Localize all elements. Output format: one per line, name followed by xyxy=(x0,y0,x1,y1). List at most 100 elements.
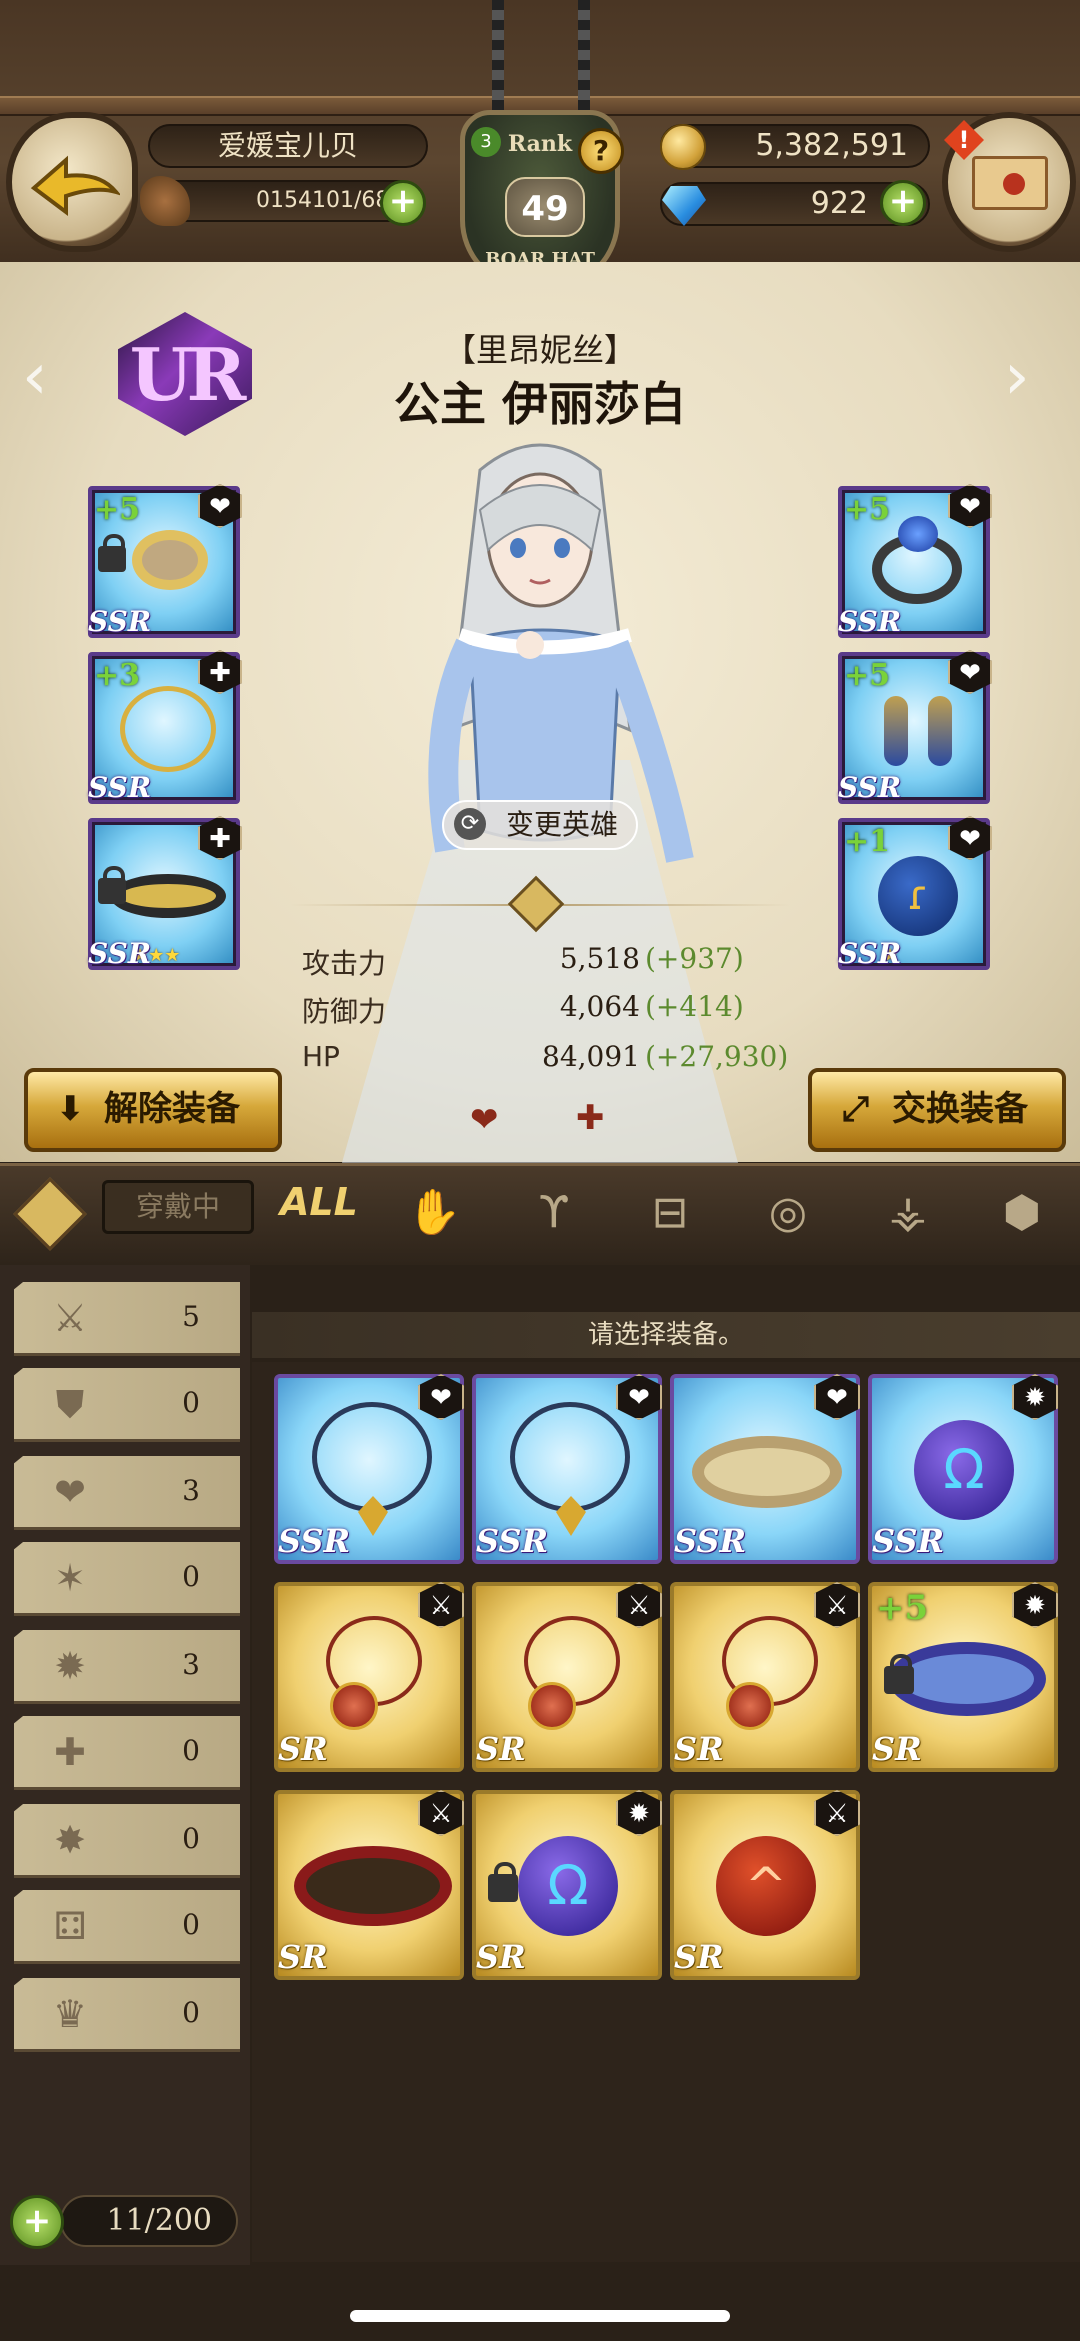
prev-hero-button[interactable]: ‹ xyxy=(22,340,48,414)
filter-count: 0 xyxy=(182,1560,200,1593)
expand-inventory-button[interactable]: + xyxy=(10,2195,64,2249)
swap-equipment-button[interactable]: ⤢ 交换装备 xyxy=(808,1068,1066,1152)
stat-label-hp: HP xyxy=(302,1040,340,1073)
belt-icon xyxy=(110,874,226,918)
player-name: 爱媛宝儿贝 xyxy=(148,124,428,168)
equip-slot-left-2[interactable]: +3 ✚ SSR xyxy=(88,650,242,804)
enhance-level: +5 xyxy=(876,1588,929,1628)
item-rarity: SSR xyxy=(278,1522,351,1560)
filter-hp[interactable]: ❤ 3 xyxy=(14,1456,240,1530)
dice-icon: ⚃ xyxy=(53,1904,87,1948)
help-button[interactable]: ? xyxy=(578,128,624,174)
tab-belt-icon[interactable]: ⊟ xyxy=(640,1183,700,1243)
filter-defense[interactable]: ⛊ 0 xyxy=(14,1368,240,1442)
heart-icon: ❤ xyxy=(198,484,242,528)
enhance-level: +5 xyxy=(94,492,141,527)
stat-value-hp: 84,091 xyxy=(542,1040,640,1073)
rank-small-badge: 3 xyxy=(471,127,501,157)
red-pendant-icon xyxy=(330,1682,378,1730)
equip-slot-right-3[interactable]: ɾ +1 ❤ ★ SSR xyxy=(838,816,992,970)
stat-value-defense: 4,064 xyxy=(559,990,640,1023)
stat-label-attack: 攻击力 xyxy=(302,947,387,980)
item-rarity: SR xyxy=(278,1938,328,1976)
home-indicator[interactable] xyxy=(350,2310,730,2322)
inventory-item[interactable]: ❤ SSR xyxy=(472,1374,662,1564)
red-belt-icon xyxy=(294,1846,452,1926)
heart-icon: ❤ xyxy=(616,1374,662,1420)
lock-icon xyxy=(884,1654,914,1694)
gold-value: 5,382,591 xyxy=(755,128,908,163)
filter-lifesteal[interactable]: ♛ 0 xyxy=(14,1978,240,2052)
gold-coin-icon xyxy=(660,124,706,170)
hero-name: 公主 伊丽莎白 xyxy=(393,377,686,431)
filter-regen[interactable]: ✚ 0 xyxy=(14,1716,240,1790)
filter-count: 0 xyxy=(182,1734,200,1767)
chain-right xyxy=(578,0,590,120)
inventory-item[interactable]: Ω ✹ SR xyxy=(472,1790,662,1980)
burst-icon: ✶ xyxy=(54,1556,86,1600)
inventory-item[interactable]: ❤ SSR xyxy=(670,1374,860,1564)
equip-slot-right-1[interactable]: +5 ❤ SSR xyxy=(838,484,992,638)
filter-count: 0 xyxy=(182,1996,200,2029)
tab-all[interactable]: ALL xyxy=(280,1180,358,1224)
lock-icon xyxy=(98,866,126,904)
item-rarity: SR xyxy=(476,1938,526,1976)
tab-ring-icon[interactable]: ◎ xyxy=(758,1183,818,1243)
sword-icon: ⚔ xyxy=(418,1582,464,1628)
crown-icon: ♛ xyxy=(52,1992,88,2036)
plus-set-icon[interactable]: ✚ xyxy=(576,1098,605,1138)
filter-count: 0 xyxy=(182,1908,200,1941)
unequip-label: 解除装备 xyxy=(104,1089,240,1129)
back-button[interactable] xyxy=(6,112,138,252)
back-arrow-icon xyxy=(30,155,120,216)
sun-icon: ✹ xyxy=(1012,1374,1058,1420)
item-rarity: SSR xyxy=(476,1522,549,1560)
inventory-item[interactable]: ^ ⚔ SR xyxy=(670,1790,860,1980)
stat-value-attack: 5,518 xyxy=(559,942,640,975)
equip-slot-left-1[interactable]: +5 ❤ SSR xyxy=(88,484,242,638)
next-hero-button[interactable]: › xyxy=(1004,340,1030,414)
item-rarity: SR xyxy=(476,1730,526,1768)
filter-count: 5 xyxy=(182,1300,200,1333)
filter-pierce[interactable]: ✶ 0 xyxy=(14,1542,240,1616)
inventory-item[interactable]: +5 ✹ SR xyxy=(868,1582,1058,1772)
filter-attack[interactable]: ⚔ 5 xyxy=(14,1282,240,1356)
filter-count: 0 xyxy=(182,1822,200,1855)
equip-slot-right-2[interactable]: +5 ❤ SSR xyxy=(838,650,992,804)
gem-value: 922 xyxy=(810,186,868,221)
add-stamina-button[interactable]: + xyxy=(380,180,426,226)
change-hero-button[interactable]: ⟳ 变更英雄 xyxy=(442,800,638,850)
chain-left xyxy=(492,0,504,120)
inventory-item[interactable]: Ω ✹ SSR xyxy=(868,1374,1058,1564)
omega-orb-icon: Ω xyxy=(518,1836,618,1936)
stat-bonus-defense: (+414) xyxy=(645,990,744,1023)
filter-crit[interactable]: ✸ 0 xyxy=(14,1804,240,1878)
unequip-button[interactable]: ⬇ 解除装备 xyxy=(24,1068,282,1152)
equip-slot-left-3[interactable]: ✚ ★★★ SSR xyxy=(88,816,242,970)
star-burst-icon: ✸ xyxy=(54,1818,86,1862)
red-pendant-icon xyxy=(726,1682,774,1730)
red-orb-icon: ^ xyxy=(716,1836,816,1936)
inventory-item[interactable]: ⚔ SR xyxy=(274,1790,464,1980)
filter-resist[interactable]: ✹ 3 xyxy=(14,1630,240,1704)
inventory-item[interactable]: ⚔ SR xyxy=(670,1582,860,1772)
heart-set-icon[interactable]: ❤ xyxy=(470,1100,499,1140)
heart-icon: ❤ xyxy=(814,1374,860,1420)
item-rarity: SSR xyxy=(674,1522,747,1560)
add-gems-button[interactable]: + xyxy=(880,180,926,226)
filter-crit-resist[interactable]: ⚃ 0 xyxy=(14,1890,240,1964)
inventory-item[interactable]: ❤ SSR xyxy=(274,1374,464,1564)
item-rarity: SSR xyxy=(88,771,152,804)
tab-rune-icon[interactable]: ⬢ xyxy=(992,1183,1052,1243)
inventory-item[interactable]: ⚔ SR xyxy=(472,1582,662,1772)
omega-orb-icon: Ω xyxy=(914,1420,1014,1520)
tab-equipped[interactable]: 穿戴中 xyxy=(102,1180,254,1234)
heart-icon: ❤ xyxy=(54,1470,86,1514)
tab-armguard-icon[interactable]: ✋ xyxy=(404,1183,464,1243)
item-rarity: SSR xyxy=(88,937,152,970)
tab-earring-icon[interactable]: ⚶ xyxy=(878,1183,938,1243)
tab-necklace-icon[interactable]: ϒ xyxy=(524,1183,584,1243)
item-rarity: SSR xyxy=(838,937,902,970)
item-rarity: SSR xyxy=(838,771,902,804)
inventory-item[interactable]: ⚔ SR xyxy=(274,1582,464,1772)
